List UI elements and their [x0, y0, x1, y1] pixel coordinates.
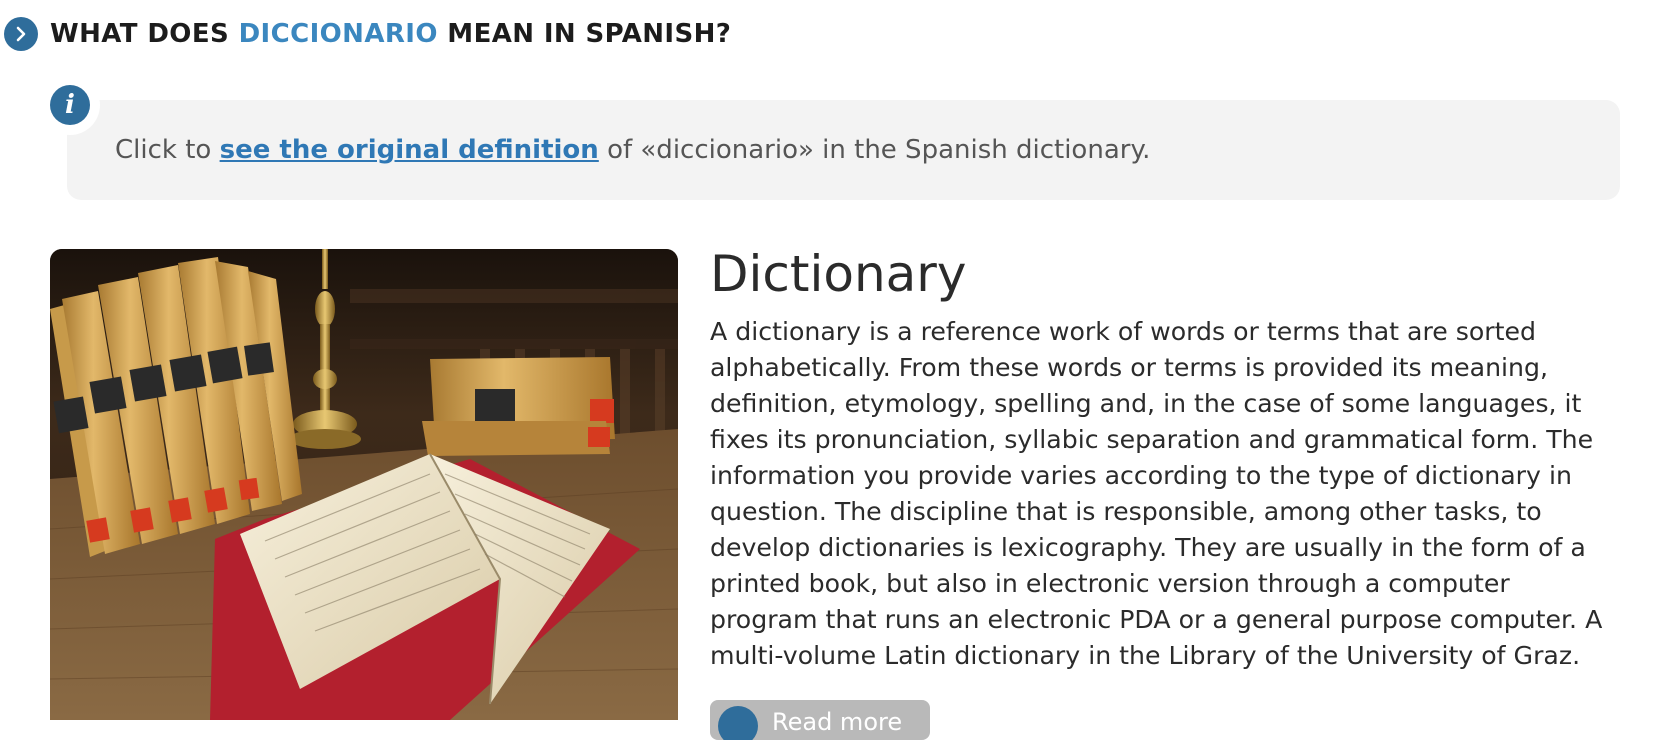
heading-keyword: DICCIONARIO	[238, 19, 438, 49]
info-icon-wrapper: i	[40, 75, 100, 135]
page-title: WHAT DOES DICCIONARIO MEAN IN SPANISH?	[50, 17, 731, 51]
info-text-before: Click to	[115, 135, 220, 165]
info-text: Click to see the original definition of …	[115, 132, 1150, 168]
read-more-label: Read more	[772, 708, 903, 736]
original-definition-link[interactable]: see the original definition	[220, 135, 599, 165]
heading-prefix: WHAT DOES	[50, 19, 239, 49]
dictionary-photo	[50, 249, 678, 720]
info-text-after: of «diccionario» in the Spanish dictiona…	[598, 135, 1151, 165]
read-more-button[interactable]: Read more	[710, 700, 930, 740]
entry-body: A dictionary is a reference work of word…	[710, 317, 1603, 670]
entry-title: Dictionary	[710, 245, 967, 303]
chevron-right-icon	[4, 17, 38, 51]
chevron-right-icon	[718, 706, 758, 740]
heading-suffix: MEAN IN SPANISH?	[437, 19, 732, 49]
info-icon: i	[50, 85, 90, 125]
